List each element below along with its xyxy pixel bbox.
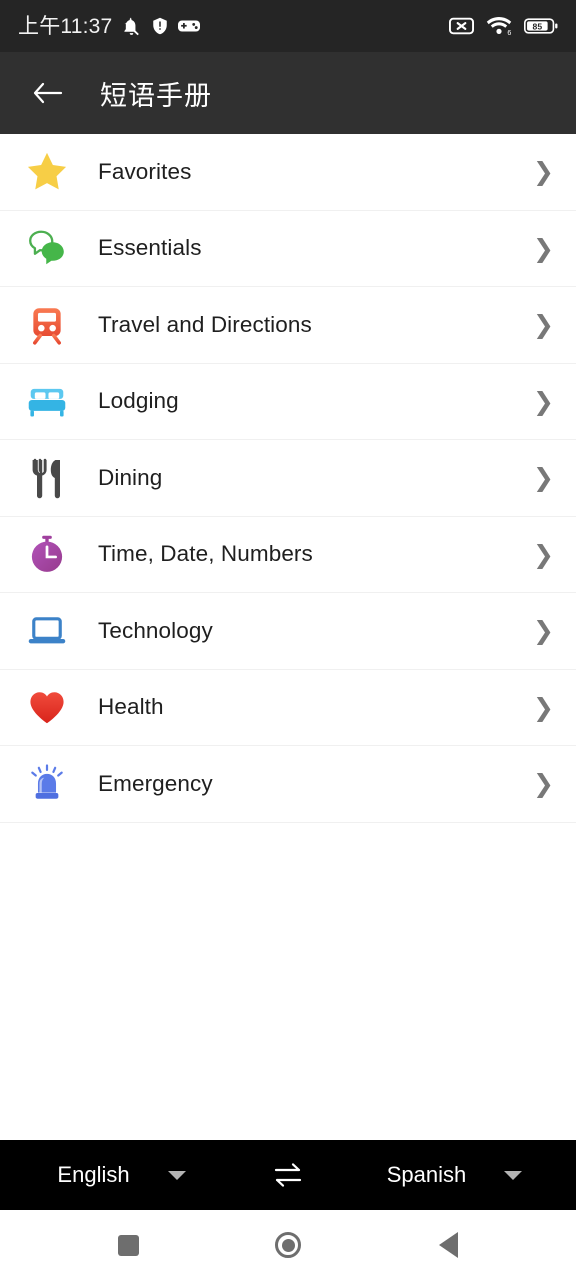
caret-down-icon	[167, 1170, 186, 1180]
status-bar-right: 6 85	[449, 16, 558, 36]
siren-icon	[20, 757, 74, 811]
list-item-label: Emergency	[98, 770, 213, 796]
back-nav-button[interactable]	[398, 1210, 498, 1280]
arrow-left-icon	[33, 82, 63, 104]
status-bar-clock: 上午11:37	[18, 14, 113, 38]
circle-home-icon	[275, 1232, 301, 1258]
battery-level-label: 85	[533, 22, 543, 32]
phrasebook-screen: 上午11:37 6 85 短语手册 Favorites ❯ Essentials…	[0, 0, 576, 1280]
recents-button[interactable]	[78, 1210, 178, 1280]
chevron-right-icon: ❯	[533, 769, 554, 799]
gamepad-icon	[178, 20, 201, 32]
train-icon	[20, 298, 74, 352]
swap-arrows-icon	[274, 1163, 302, 1187]
wifi-6-icon: 6	[486, 17, 511, 36]
app-bar: 短语手册	[0, 52, 576, 134]
list-item-time-date-numbers[interactable]: Time, Date, Numbers ❯	[0, 516, 576, 593]
status-bar-left: 上午11:37	[18, 14, 201, 38]
list-item-lodging[interactable]: Lodging ❯	[0, 363, 576, 440]
bell-muted-icon	[124, 17, 140, 35]
chevron-right-icon: ❯	[533, 386, 554, 416]
status-bar: 上午11:37 6 85	[0, 0, 576, 52]
speech-bubbles-icon	[20, 221, 74, 275]
chevron-right-icon: ❯	[533, 539, 554, 569]
list-item-label: Favorites	[98, 158, 192, 184]
list-empty-space	[0, 822, 576, 1140]
list-item-favorites[interactable]: Favorites ❯	[0, 134, 576, 211]
bed-icon	[20, 374, 74, 428]
square-recents-icon	[117, 1234, 139, 1256]
android-nav-bar	[0, 1210, 576, 1280]
home-button[interactable]	[238, 1210, 338, 1280]
star-icon	[20, 145, 74, 199]
list-item-label: Technology	[98, 617, 213, 643]
list-item-label: Essentials	[98, 235, 202, 261]
page-title: 短语手册	[100, 80, 212, 111]
heart-icon	[20, 680, 74, 734]
list-item-label: Dining	[98, 464, 163, 490]
source-language-selector[interactable]: English	[0, 1140, 243, 1210]
chevron-right-icon: ❯	[533, 310, 554, 340]
chevron-right-icon: ❯	[533, 157, 554, 187]
svg-text:6: 6	[507, 30, 511, 36]
triangle-back-icon	[438, 1232, 458, 1258]
list-item-technology[interactable]: Technology ❯	[0, 593, 576, 670]
list-item-label: Health	[98, 694, 164, 720]
list-item-dining[interactable]: Dining ❯	[0, 440, 576, 517]
chevron-right-icon: ❯	[533, 233, 554, 263]
source-language-label: English	[57, 1162, 130, 1187]
shield-icon	[153, 17, 168, 35]
category-list: Favorites ❯ Essentials ❯ Travel and Dire…	[0, 134, 576, 1140]
list-item-essentials[interactable]: Essentials ❯	[0, 210, 576, 287]
back-button[interactable]	[22, 67, 74, 119]
list-item-health[interactable]: Health ❯	[0, 669, 576, 746]
laptop-icon	[20, 604, 74, 658]
list-item-emergency[interactable]: Emergency ❯	[0, 746, 576, 823]
caret-down-icon	[504, 1170, 523, 1180]
swap-languages-button[interactable]	[243, 1140, 333, 1210]
chevron-right-icon: ❯	[533, 616, 554, 646]
chevron-right-icon: ❯	[533, 692, 554, 722]
no-sim-icon	[449, 17, 474, 35]
chevron-right-icon: ❯	[533, 463, 554, 493]
list-item-label: Time, Date, Numbers	[98, 541, 313, 567]
battery-icon: 85	[524, 18, 558, 34]
list-item-label: Lodging	[98, 388, 179, 414]
language-bar: English Spanish	[0, 1140, 576, 1210]
list-item-label: Travel and Directions	[98, 311, 312, 337]
list-item-travel-and-directions[interactable]: Travel and Directions ❯	[0, 287, 576, 364]
stopwatch-icon	[20, 527, 74, 581]
fork-knife-icon	[20, 451, 74, 505]
target-language-label: Spanish	[386, 1162, 467, 1187]
target-language-selector[interactable]: Spanish	[333, 1140, 576, 1210]
